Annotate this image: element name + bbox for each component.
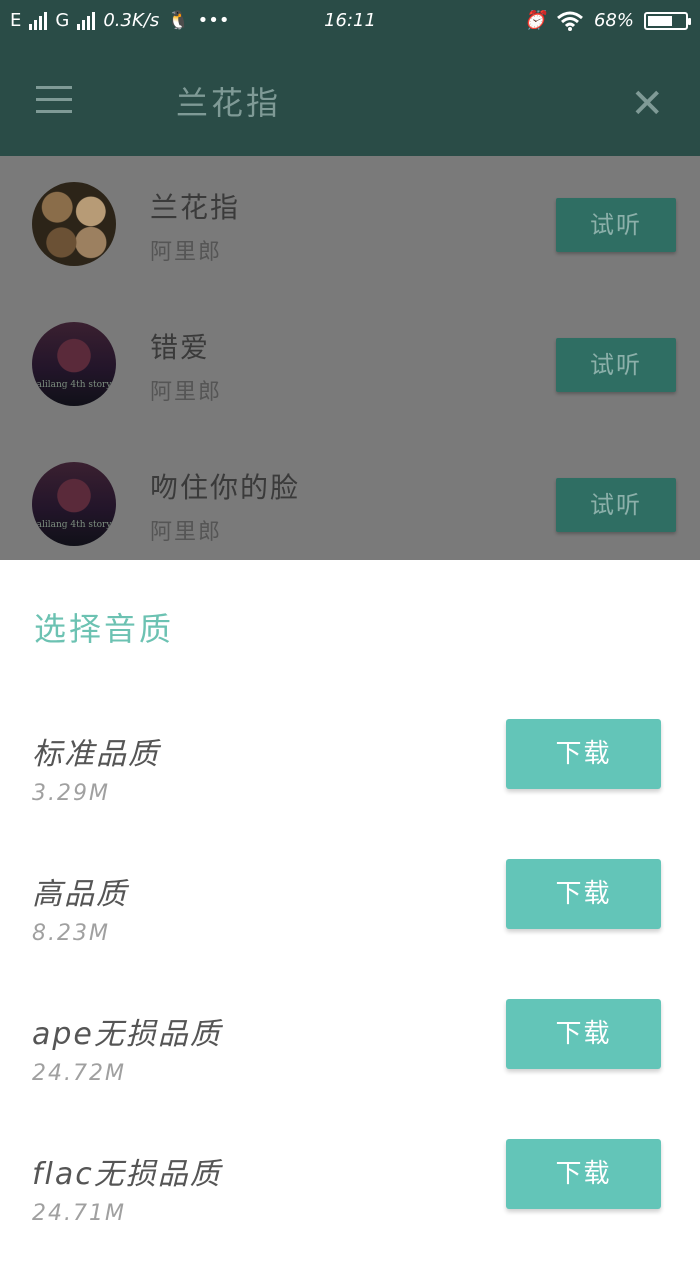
list-item[interactable]: 兰花指 阿里郎 试听 bbox=[0, 156, 700, 296]
listen-button[interactable]: 试听 bbox=[556, 338, 676, 392]
app-bar: 兰花指 ✕ bbox=[0, 46, 700, 156]
album-cover bbox=[32, 182, 116, 266]
album-cover: alilang 4th story bbox=[32, 322, 116, 406]
quality-name: ape无损品质 bbox=[32, 1017, 222, 1052]
listen-button[interactable]: 试听 bbox=[556, 478, 676, 532]
song-artist: 阿里郎 bbox=[150, 380, 223, 405]
quality-option: ape无损品质 24.72M 下载 bbox=[0, 999, 700, 1139]
song-artist: 阿里郎 bbox=[150, 520, 223, 545]
quality-option: 高品质 8.23M 下载 bbox=[0, 859, 700, 999]
list-item[interactable]: alilang 4th story 吻住你的脸 阿里郎 试听 bbox=[0, 436, 700, 576]
download-button[interactable]: 下载 bbox=[506, 859, 661, 929]
wifi-icon bbox=[557, 11, 583, 31]
album-cover: alilang 4th story bbox=[32, 462, 116, 546]
song-list: 兰花指 阿里郎 试听 alilang 4th story 错爱 阿里郎 试听 a… bbox=[0, 156, 700, 560]
menu-icon[interactable] bbox=[36, 86, 72, 114]
file-size: 3.29M bbox=[32, 781, 110, 806]
quality-option: flac无损品质 24.71M 下载 bbox=[0, 1139, 700, 1279]
file-size: 8.23M bbox=[32, 921, 110, 946]
song-title: 兰花指 bbox=[150, 191, 241, 224]
quality-option: 标准品质 3.29M 下载 bbox=[0, 719, 700, 859]
song-artist: 阿里郎 bbox=[150, 240, 223, 265]
quality-name: flac无损品质 bbox=[32, 1157, 222, 1192]
battery-percent: 68% bbox=[593, 10, 634, 31]
list-item[interactable]: alilang 4th story 错爱 阿里郎 试听 bbox=[0, 296, 700, 436]
download-button[interactable]: 下载 bbox=[506, 1139, 661, 1209]
download-button[interactable]: 下载 bbox=[506, 719, 661, 789]
battery-icon bbox=[644, 11, 691, 30]
close-icon[interactable]: ✕ bbox=[630, 84, 664, 124]
file-size: 24.72M bbox=[32, 1061, 126, 1086]
status-right: ⏰ 68% bbox=[523, 10, 691, 31]
listen-button[interactable]: 试听 bbox=[556, 198, 676, 252]
file-size: 24.71M bbox=[32, 1201, 126, 1226]
alarm-icon: ⏰ bbox=[523, 10, 546, 31]
sheet-title: 选择音质 bbox=[34, 610, 175, 648]
song-title: 错爱 bbox=[150, 331, 211, 364]
song-title: 吻住你的脸 bbox=[150, 471, 301, 504]
quality-name: 高品质 bbox=[32, 877, 128, 912]
download-button[interactable]: 下载 bbox=[506, 999, 661, 1069]
quality-name: 标准品质 bbox=[32, 737, 160, 772]
status-bar: E G 0.3K/s 🐧 ••• 16:11 ⏰ 68% bbox=[0, 0, 700, 46]
page-title: 兰花指 bbox=[176, 84, 282, 122]
quality-bottom-sheet: 选择音质 标准品质 3.29M 下载 高品质 8.23M 下载 ape无损品质 … bbox=[0, 560, 700, 1244]
